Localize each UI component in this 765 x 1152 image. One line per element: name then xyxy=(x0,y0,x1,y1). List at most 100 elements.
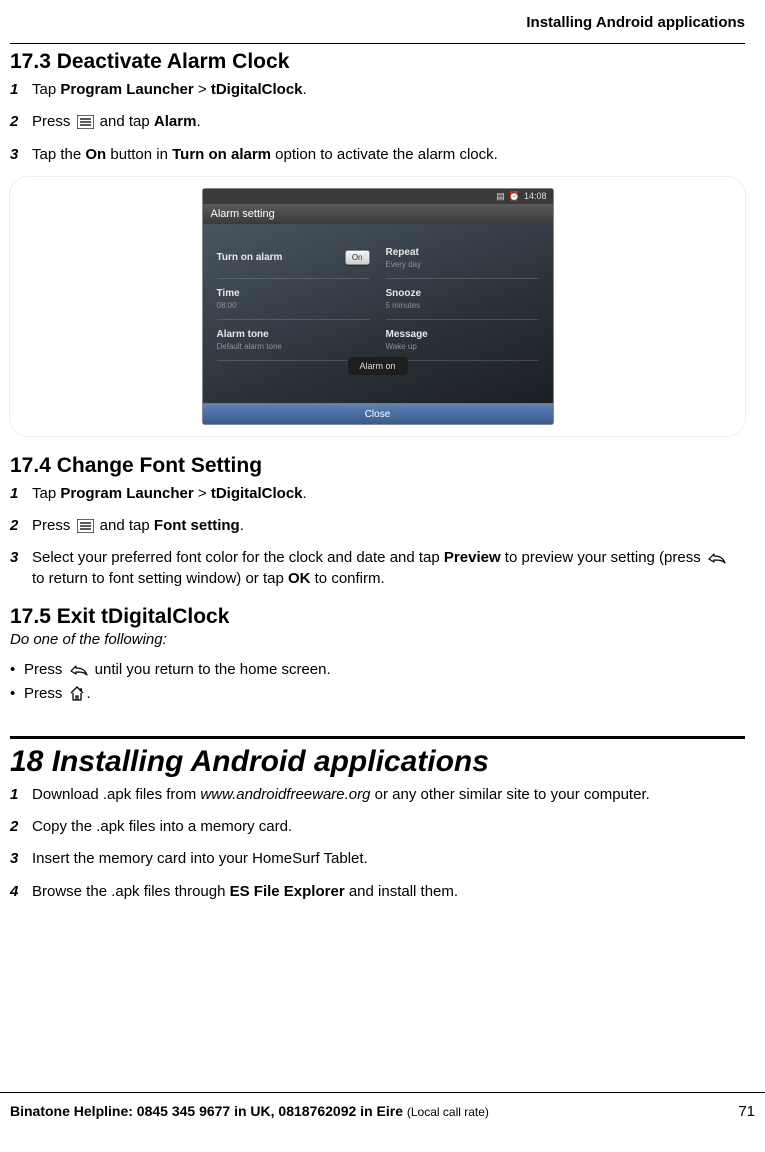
home-icon xyxy=(69,686,85,701)
step-body: Tap Program Launcher > tDigitalClock. xyxy=(32,484,745,504)
text-bold: ES File Explorer xyxy=(230,883,345,900)
row-message[interactable]: Message Wake up xyxy=(386,320,539,361)
label: Alarm tone xyxy=(217,329,370,340)
row-time[interactable]: Time 08:00 xyxy=(217,279,370,320)
back-icon xyxy=(69,663,89,677)
menu-icon xyxy=(77,115,94,129)
text: Tap xyxy=(32,485,60,502)
bullets-17-5: • Press until you return to the home scr… xyxy=(10,658,745,706)
intro-text: Do one of the following: xyxy=(10,631,745,648)
step-3: 3 Select your preferred font color for t… xyxy=(10,548,745,589)
text: Select your preferred font color for the… xyxy=(32,549,444,566)
sublabel: Wake up xyxy=(386,342,539,351)
status-time: 14:08 xyxy=(524,191,547,201)
section-17-4-heading: 17.4 Change Font Setting xyxy=(10,454,745,478)
label: Message xyxy=(386,329,539,340)
step-body: Tap Program Launcher > tDigitalClock. xyxy=(32,80,745,100)
row-repeat[interactable]: Repeat Every day xyxy=(386,238,539,279)
page-footer: Binatone Helpline: 0845 345 9677 in UK, … xyxy=(0,1092,765,1120)
text: > xyxy=(194,81,211,98)
label: Snooze xyxy=(386,288,539,299)
step-1: 1 Download .apk files from www.androidfr… xyxy=(10,785,745,805)
bullet-dot: • xyxy=(10,658,24,682)
text: Binatone Helpline: 0845 345 9677 in UK, … xyxy=(10,1103,407,1119)
steps-17-4: 1 Tap Program Launcher > tDigitalClock. … xyxy=(10,484,745,589)
text: . xyxy=(196,113,200,130)
sd-icon: ▤ xyxy=(496,191,505,202)
step-body: Select your preferred font color for the… xyxy=(32,548,745,589)
bullet-1: • Press until you return to the home scr… xyxy=(10,658,745,682)
text: to confirm. xyxy=(310,570,384,587)
step-number: 4 xyxy=(10,882,32,902)
text: . xyxy=(240,517,244,534)
toast-alarm-on: Alarm on xyxy=(347,357,407,375)
sublabel: Every day xyxy=(386,260,539,269)
text: Download .apk files from xyxy=(32,786,200,803)
bullet-body: Press until you return to the home scree… xyxy=(24,658,331,682)
section-17-3-heading: 17.3 Deactivate Alarm Clock xyxy=(10,50,745,74)
close-button[interactable]: Close xyxy=(203,404,553,424)
sublabel: 5 minutes xyxy=(386,301,539,310)
text: . xyxy=(87,685,91,702)
text-bold: Alarm xyxy=(154,113,197,130)
row-turn-on-alarm[interactable]: Turn on alarm On xyxy=(217,238,370,279)
settings-grid: Turn on alarm On Repeat Every day Time 0… xyxy=(217,238,539,361)
step-body: Browse the .apk files through ES File Ex… xyxy=(32,882,745,902)
running-header: Installing Android applications xyxy=(10,0,745,39)
text: or any other similar site to your comput… xyxy=(371,786,650,803)
text-italic: www.androidfreeware.org xyxy=(200,786,370,803)
text: Tap xyxy=(32,81,60,98)
steps-17-3: 1 Tap Program Launcher > tDigitalClock. … xyxy=(10,80,745,165)
step-2: 2 Press and tap Font setting. xyxy=(10,516,745,536)
page-number: 71 xyxy=(738,1103,755,1120)
status-right: ▤ ⏰ 14:08 xyxy=(496,191,546,202)
step-number: 3 xyxy=(10,849,32,869)
step-number: 1 xyxy=(10,484,32,504)
on-toggle[interactable]: On xyxy=(345,250,370,265)
step-number: 3 xyxy=(10,548,32,568)
text: Press xyxy=(32,517,75,534)
label: Turn on alarm xyxy=(217,252,283,263)
step-body: Press and tap Alarm. xyxy=(32,112,745,132)
text: option to activate the alarm clock. xyxy=(271,146,498,163)
text: button in xyxy=(106,146,172,163)
row-snooze[interactable]: Snooze 5 minutes xyxy=(386,279,539,320)
screenshot-container: ▤ ⏰ 14:08 Alarm setting Turn on alarm On… xyxy=(10,177,745,436)
text: (Local call rate) xyxy=(407,1105,489,1119)
step-body: Insert the memory card into your HomeSur… xyxy=(32,849,745,869)
device-content: Turn on alarm On Repeat Every day Time 0… xyxy=(203,224,553,403)
text-bold: On xyxy=(85,146,106,163)
step-3: 3 Insert the memory card into your HomeS… xyxy=(10,849,745,869)
step-number: 1 xyxy=(10,785,32,805)
text: and tap xyxy=(96,517,154,534)
step-body: Copy the .apk files into a memory card. xyxy=(32,817,745,837)
step-number: 3 xyxy=(10,145,32,165)
device-screenshot: ▤ ⏰ 14:08 Alarm setting Turn on alarm On… xyxy=(203,189,553,424)
bullet-dot: • xyxy=(10,682,24,706)
text-bold: Turn on alarm xyxy=(172,146,271,163)
step-2: 2 Press and tap Alarm. xyxy=(10,112,745,132)
step-number: 2 xyxy=(10,112,32,132)
status-bar: ▤ ⏰ 14:08 xyxy=(203,189,553,204)
text: until you return to the home screen. xyxy=(91,661,331,678)
chapter-18-heading: 18 Installing Android applications xyxy=(10,745,745,779)
text-bold: Preview xyxy=(444,549,501,566)
label: Repeat xyxy=(386,247,539,258)
sublabel: Default alarm tone xyxy=(217,342,370,351)
text: and tap xyxy=(96,113,154,130)
step-body: Press and tap Font setting. xyxy=(32,516,745,536)
section-17-5-heading: 17.5 Exit tDigitalClock xyxy=(10,605,745,629)
bullet-2: • Press . xyxy=(10,682,745,706)
divider xyxy=(10,43,745,44)
step-1: 1 Tap Program Launcher > tDigitalClock. xyxy=(10,484,745,504)
text: to preview your setting (press xyxy=(501,549,705,566)
step-number: 2 xyxy=(10,516,32,536)
text-bold: tDigitalClock xyxy=(211,81,303,98)
label: Time xyxy=(217,288,370,299)
bullet-body: Press . xyxy=(24,682,91,706)
row-alarm-tone[interactable]: Alarm tone Default alarm tone xyxy=(217,320,370,361)
step-3: 3 Tap the On button in Turn on alarm opt… xyxy=(10,145,745,165)
text-bold: tDigitalClock xyxy=(211,485,303,502)
close-bar: Close xyxy=(203,403,553,424)
step-number: 1 xyxy=(10,80,32,100)
